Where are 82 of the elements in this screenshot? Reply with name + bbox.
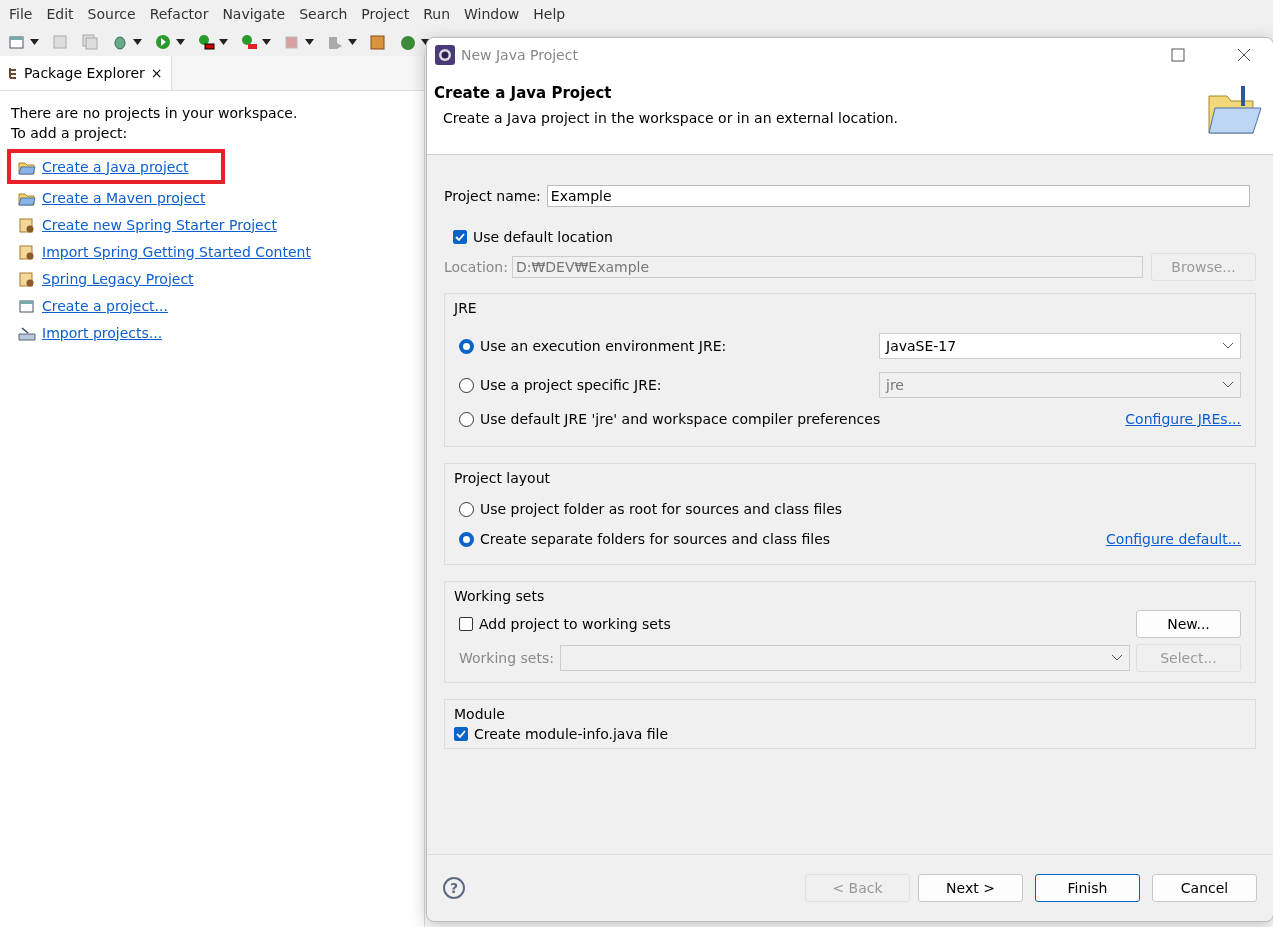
project-link[interactable]: Create a project... — [42, 297, 168, 314]
radio-button[interactable] — [459, 377, 474, 393]
save-icon — [51, 34, 69, 50]
message-text: There are no projects in your workspace. — [11, 104, 299, 123]
project-link[interactable]: Spring Legacy Project — [42, 270, 194, 287]
document-icon — [18, 216, 36, 233]
coverage-icon — [197, 34, 215, 50]
checkbox[interactable] — [453, 230, 467, 244]
chevron-icon[interactable] — [1111, 654, 1123, 662]
radio-button[interactable] — [459, 411, 474, 427]
configure-link[interactable]: Configure JREs... — [1125, 411, 1241, 427]
message-text: To add a project: — [11, 124, 129, 143]
stop-icon — [283, 34, 301, 50]
wizard-button[interactable]: Finish — [1035, 874, 1140, 902]
wizard-button[interactable]: Next > — [918, 874, 1023, 902]
document-icon — [18, 243, 36, 260]
view-tab[interactable]: Package Explorer × — [0, 56, 172, 90]
menu-item[interactable]: Project — [354, 6, 417, 22]
radio-label: Use an execution environment JRE: — [480, 338, 727, 354]
field-label: Working sets: — [459, 650, 554, 666]
chevron-icon[interactable] — [1222, 342, 1234, 350]
close-icon[interactable] — [1237, 48, 1251, 62]
new-file-icon — [8, 34, 26, 50]
project-link[interactable]: Create new Spring Starter Project — [42, 216, 277, 233]
new-button[interactable]: New... — [1136, 610, 1241, 638]
project-name-field[interactable]: Example — [546, 185, 1250, 207]
radio-label: Create separate folders for sources and class files — [480, 531, 831, 547]
radio-button[interactable] — [459, 531, 474, 547]
jre-dropdown[interactable]: jre — [879, 372, 1241, 398]
menu-item[interactable]: Refactor — [142, 6, 216, 22]
dropdown-caret-icon[interactable] — [176, 39, 185, 45]
dropdown-caret-icon[interactable] — [348, 39, 357, 45]
help-button[interactable]: ? — [443, 877, 465, 899]
checkbox-label: Create module-info.java file — [474, 726, 669, 742]
window-title: New Java Project — [461, 47, 579, 63]
configure-link[interactable]: Configure default... — [1106, 531, 1241, 547]
dropdown-caret-icon[interactable] — [219, 39, 228, 45]
close-button[interactable]: × — [150, 65, 163, 81]
checkbox-label: Use default location — [473, 229, 613, 245]
run-icon — [154, 34, 172, 50]
dropdown-caret-icon[interactable] — [133, 39, 142, 45]
project-link[interactable]: Import projects... — [42, 324, 163, 341]
jre-dropdown[interactable]: JavaSE-17 — [879, 333, 1241, 359]
external-tools-icon — [240, 34, 258, 50]
page-description: Create a Java project in the workspace or in an external location. — [442, 110, 900, 126]
menu-item[interactable]: Window — [457, 6, 527, 22]
radio-button[interactable] — [459, 501, 474, 517]
menu-item[interactable]: Source — [80, 6, 143, 22]
group-title: JRE — [454, 300, 478, 316]
page-heading: Create a Java Project — [434, 84, 613, 102]
window-icon — [18, 297, 36, 314]
field-label: Project name: — [444, 188, 541, 204]
chevron-icon[interactable] — [1222, 381, 1234, 389]
dropdown-caret-icon[interactable] — [30, 39, 39, 45]
dropdown-caret-icon[interactable] — [305, 39, 314, 45]
menu-item[interactable]: Search — [292, 6, 355, 22]
radio-label: Use default JRE 'jre' and workspace compiler preferences — [480, 411, 881, 427]
radio-label: Use project folder as root for sources and class files — [480, 501, 843, 517]
menu-item[interactable]: Navigate — [215, 6, 293, 22]
document-icon — [18, 270, 36, 287]
app-icon — [435, 45, 455, 65]
tree-icon — [8, 67, 18, 79]
field-label: Location: — [444, 259, 508, 275]
tab-label: Package Explorer — [24, 65, 145, 81]
group-title: Project layout — [454, 470, 552, 486]
wizard-button[interactable]: Cancel — [1152, 874, 1257, 902]
dropdown-caret-icon[interactable] — [262, 39, 271, 45]
checkbox[interactable] — [454, 727, 468, 741]
group-title: Module — [454, 706, 506, 722]
menu-item[interactable]: Run — [416, 6, 458, 22]
project-link[interactable]: Import Spring Getting Started Content — [42, 243, 311, 260]
checkbox-label: Add project to working sets — [479, 616, 671, 632]
import-icon — [18, 324, 36, 341]
group-title: Working sets — [454, 588, 546, 604]
menu-item[interactable]: Edit — [39, 6, 81, 22]
menu-item[interactable]: Help — [526, 6, 573, 22]
radio-label: Use a project specific JRE: — [480, 377, 662, 393]
save-all-icon — [81, 34, 99, 50]
checkbox[interactable] — [459, 617, 473, 631]
project-link[interactable]: Create a Maven project — [42, 189, 206, 206]
radio-button[interactable] — [459, 338, 474, 354]
menu-item[interactable]: File — [2, 6, 40, 22]
